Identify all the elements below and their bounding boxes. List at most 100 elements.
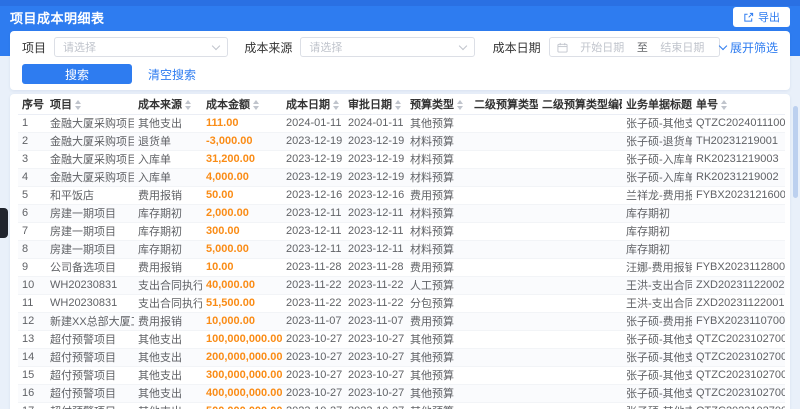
project-select[interactable]: 请选择	[54, 37, 229, 57]
amount-cell: 5,000.00	[202, 240, 282, 259]
cell: 金融大厦采购项目	[46, 168, 134, 187]
cell: 库存期初	[622, 204, 692, 223]
cell	[470, 222, 538, 241]
cell: QTZC20231027002	[692, 402, 785, 409]
cost-source-filter-label: 成本来源	[244, 40, 293, 55]
cell: 7	[18, 222, 46, 241]
amount-cell: 400,000,000.00	[202, 384, 282, 403]
column-header-9[interactable]: 业务单据标题	[622, 94, 692, 115]
cell	[538, 114, 622, 133]
cell: 11	[18, 294, 46, 313]
cell: FYBX20231128001	[692, 258, 785, 277]
sort-icon[interactable]	[185, 99, 191, 110]
cost-date-range-picker[interactable]: 开始日期 至 结束日期	[548, 37, 720, 57]
cell	[538, 204, 622, 223]
cell	[538, 384, 622, 403]
cell: 张子硕-其他支出	[622, 384, 692, 403]
cell: 超付预警项目	[46, 402, 134, 409]
cell	[538, 168, 622, 187]
table-row: 12新建XX总部大厦工程二期费用报销10,000.002023-11-07202…	[18, 312, 785, 331]
cell: 2023-12-11	[344, 222, 406, 241]
cell: 王洪-支出合同执行	[622, 294, 692, 313]
cell: 张子硕-其他支出	[622, 330, 692, 349]
cell	[470, 150, 538, 169]
cell: 张子硕-其他支出	[622, 114, 692, 133]
cell	[538, 276, 622, 295]
cell: 入库单	[134, 168, 202, 187]
sort-icon[interactable]	[457, 99, 463, 110]
sort-icon[interactable]	[333, 99, 339, 110]
chevron-down-icon	[718, 41, 728, 50]
cell: 兰祥龙-费用报销	[622, 186, 692, 205]
cell: 2023-12-19	[282, 132, 344, 151]
start-date-placeholder: 开始日期	[580, 42, 625, 54]
cell: 超付预警项目	[46, 330, 134, 349]
cell: 其他支出	[134, 366, 202, 385]
filter-panel: 项目 请选择 成本来源 请选择 成本日期 开始日期 至 结束日期 展开筛选 搜索…	[10, 31, 790, 90]
cell: 12	[18, 312, 46, 331]
cell: 超付预警项目	[46, 384, 134, 403]
search-button[interactable]: 搜索	[22, 64, 132, 84]
cost-source-select[interactable]: 请选择	[300, 37, 475, 57]
cost-source-select-placeholder: 请选择	[309, 42, 343, 54]
column-header-1[interactable]: 项目	[46, 94, 134, 115]
column-header-6[interactable]: 预算类型	[406, 94, 470, 115]
column-header-8[interactable]: 二级预算类型编码	[538, 94, 622, 115]
cell: 2023-12-16	[344, 186, 406, 205]
vertical-scrollbar-thumb[interactable]	[793, 106, 798, 198]
amount-cell: 200,000,000.00	[202, 348, 282, 367]
cell: 分包预算	[406, 294, 470, 313]
side-drawer-handle[interactable]	[0, 208, 8, 238]
export-button-label: 导出	[758, 12, 780, 24]
cell: 2023-11-28	[282, 258, 344, 277]
cell: 其他支出	[134, 330, 202, 349]
date-range-separator: 至	[636, 42, 648, 54]
cell: 人工预算	[406, 276, 470, 295]
cell	[470, 312, 538, 331]
cell: 6	[18, 204, 46, 223]
cell: 其他支出	[134, 402, 202, 409]
cell: 2023-10-27	[282, 330, 344, 349]
chevron-down-icon	[212, 41, 221, 50]
column-header-2[interactable]: 成本来源	[134, 94, 202, 115]
cost-detail-table-card: 序号 项目 成本来源 成本金额 成本日期 审批日期 预算类型 二级预算类型 二级预算类型编码 业务…	[10, 94, 790, 409]
cell: 材料预算	[406, 168, 470, 187]
sort-icon[interactable]	[395, 99, 401, 110]
cell: 2023-12-11	[344, 204, 406, 223]
amount-cell: -3,000.00	[202, 132, 282, 151]
column-header-7[interactable]: 二级预算类型	[470, 94, 538, 115]
cell: 2023-10-27	[344, 348, 406, 367]
cell	[538, 366, 622, 385]
cell: 材料预算	[406, 204, 470, 223]
table-row: 8 房建一期项目 库存期初 5,000.00 2023-12-11 2023-12-11 材…	[18, 240, 785, 259]
amount-cell: 300.00	[202, 222, 282, 241]
clear-search-link[interactable]: 清空搜索	[148, 66, 196, 83]
sort-icon[interactable]	[721, 99, 727, 110]
sort-icon[interactable]	[75, 99, 81, 110]
cell: 2023-10-27	[344, 330, 406, 349]
table-row: 11 WH20230831 支出合同执行 51,500.00 2023-11-22 202…	[18, 294, 785, 313]
cell: QTZC20240111001	[692, 114, 785, 133]
cell: 房建一期项目	[46, 204, 134, 223]
cell: 2023-12-11	[282, 222, 344, 241]
export-button[interactable]: 导出	[733, 7, 790, 27]
cell: 其他预算	[406, 114, 470, 133]
cell: 2024-01-11	[344, 114, 406, 133]
table-row: 16 超付预警项目 其他支出 400,000,000.00 2023-10-27 2023…	[18, 384, 785, 403]
expand-filters-link[interactable]: 展开筛选	[718, 39, 778, 56]
column-header-5[interactable]: 审批日期	[344, 94, 406, 115]
sort-icon[interactable]	[253, 99, 259, 110]
column-header-label: 成本金额	[206, 98, 250, 111]
table-row: 13 超付预警项目 其他支出 100,000,000.00 2023-10-27 2023…	[18, 330, 785, 349]
cell: QTZC20231027002	[692, 384, 785, 403]
column-header-10[interactable]: 单号	[692, 94, 785, 115]
column-header-4[interactable]: 成本日期	[282, 94, 344, 115]
cell	[470, 186, 538, 205]
cell	[470, 294, 538, 313]
cell: 张子硕-其他支出	[622, 348, 692, 367]
cell: 2023-11-22	[282, 276, 344, 295]
project-filter-label: 项目	[22, 40, 47, 55]
cell: 金融大厦采购项目	[46, 114, 134, 133]
column-header-3[interactable]: 成本金额	[202, 94, 282, 115]
amount-cell: 4,000.00	[202, 168, 282, 187]
